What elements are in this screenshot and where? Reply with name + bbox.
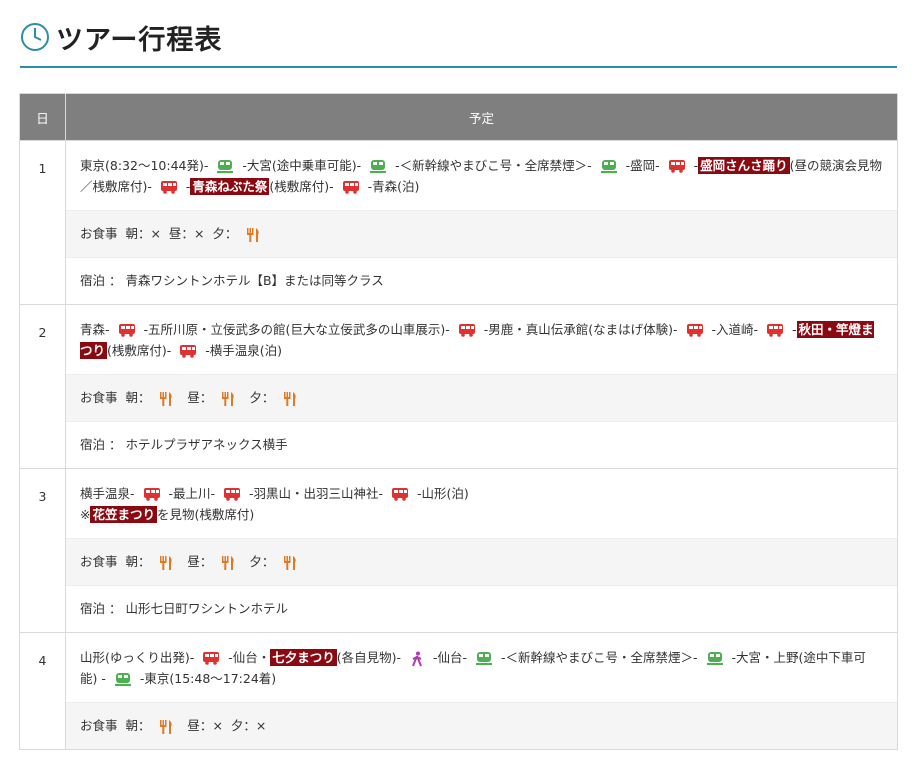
train-icon — [370, 160, 387, 173]
meal-info: お食事 朝：× 昼：× 夕： — [66, 210, 897, 257]
clock-icon — [21, 23, 49, 51]
train-icon — [706, 652, 723, 665]
table-header-row: 日 予定 — [19, 93, 898, 141]
bus-icon — [160, 181, 177, 194]
meal-info: お食事 朝： 昼：× 夕：× — [66, 702, 897, 749]
route-text: 山形(ゆっくり出発)- -仙台・ 七夕まつり (各自見物)- -仙台- -＜新幹線や… — [80, 649, 866, 686]
day-number: 3 — [19, 468, 66, 633]
fork-knife-icon — [284, 555, 297, 570]
day-number: 2 — [19, 304, 66, 469]
hotel-info: 宿泊 ： 青森ワシントンホテル【B】または同等クラス — [66, 257, 897, 304]
day-number: 1 — [19, 140, 66, 305]
festival-highlight: 青森ねぶた祭 — [190, 178, 270, 195]
bus-icon — [203, 652, 220, 665]
fork-knife-icon — [160, 719, 173, 734]
meal-info: お食事 朝： 昼： 夕： — [66, 374, 897, 421]
train-icon — [217, 160, 234, 173]
bus-icon — [180, 345, 197, 358]
bus-icon — [458, 324, 475, 337]
bus-icon — [668, 160, 685, 173]
page-title: ツアー行程表 — [56, 25, 223, 56]
train-icon — [114, 673, 131, 686]
festival-highlight: 盛岡さんさ踊り — [698, 157, 790, 174]
table-row: 4 山形(ゆっくり出発)- -仙台・ 七夕まつり (各自見物)- -仙台- -＜新幹… — [19, 632, 898, 750]
festival-highlight: 七夕まつり — [270, 649, 337, 666]
fork-knife-icon — [284, 391, 297, 406]
bus-icon — [767, 324, 783, 337]
festival-highlight: 花笠まつり — [90, 506, 157, 523]
bus-icon — [342, 181, 359, 194]
page-header: ツアー行程表 — [20, 14, 897, 68]
fork-knife-icon — [222, 555, 235, 570]
tour-schedule-table: 日 予定 1 東京(8:32～10:44発)- -大宮(途中乗車可能)- -＜新… — [19, 93, 898, 750]
table-row: 1 東京(8:32～10:44発)- -大宮(途中乗車可能)- -＜新幹線やまび… — [19, 140, 898, 305]
train-icon — [600, 160, 617, 173]
table-row: 2 青森- -五所川原・立佞武多の館(巨大な立佞武多の山車展示)- -男鹿・真山… — [19, 304, 898, 469]
route-text: 東京(8:32～10:44発)- -大宮(途中乗車可能)- -＜新幹線やまびこ号… — [80, 157, 882, 195]
table-row: 3 横手温泉- -最上川- -羽黒山・出羽三山神社- -山形(泊) ※ 花笠まつり… — [19, 468, 898, 633]
hotel-info: 宿泊 ： 山形七日町ワシントンホテル — [66, 585, 897, 632]
hotel-info: 宿泊 ： ホテルプラザアネックス横手 — [66, 421, 897, 468]
fork-knife-icon — [160, 391, 173, 406]
walking-icon — [412, 650, 423, 667]
meal-info: お食事 朝： 昼： 夕： — [66, 538, 897, 585]
fork-knife-icon — [247, 227, 260, 242]
bus-icon — [118, 324, 135, 337]
fork-knife-icon — [222, 391, 235, 406]
route-text: 横手温泉- -最上川- -羽黒山・出羽三山神社- -山形(泊) ※ 花笠まつり を見… — [80, 486, 469, 523]
col-header-day: 日 — [19, 93, 66, 141]
day-number: 4 — [19, 632, 66, 750]
bus-icon — [392, 488, 408, 501]
bus-icon — [224, 488, 240, 501]
bus-icon — [686, 324, 703, 337]
col-header-plan: 予定 — [65, 93, 898, 141]
bus-icon — [143, 488, 160, 501]
train-icon — [476, 652, 493, 665]
fork-knife-icon — [160, 555, 173, 570]
route-text: 青森- -五所川原・立佞武多の館(巨大な立佞武多の山車展示)- -男鹿・真山伝承… — [80, 321, 874, 359]
